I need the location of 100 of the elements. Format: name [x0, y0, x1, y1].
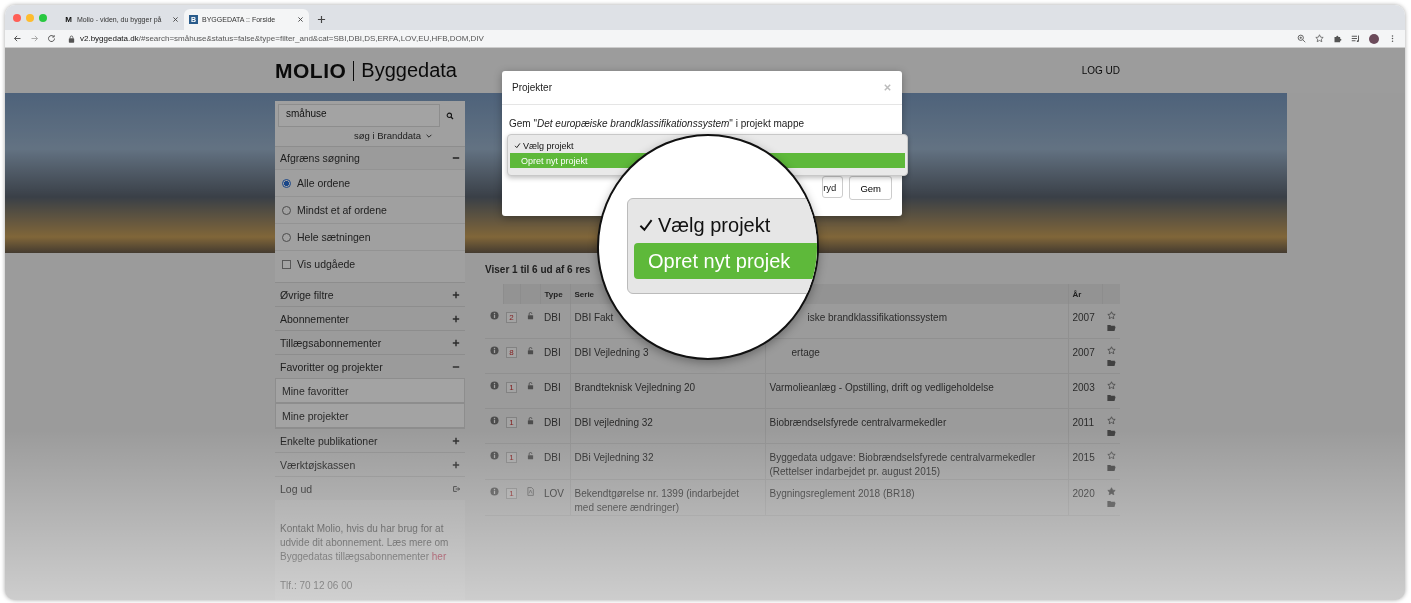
- table-cell: 2011: [1068, 408, 1102, 444]
- filled-star-icon[interactable]: [1106, 487, 1116, 496]
- info-icon[interactable]: [489, 487, 499, 496]
- star-icon[interactable]: [1106, 346, 1116, 355]
- scope-dropdown[interactable]: søg i Branddata: [275, 127, 465, 146]
- column-header[interactable]: Serie: [574, 289, 595, 299]
- radio-button[interactable]: [282, 178, 291, 188]
- star-icon[interactable]: [1106, 416, 1116, 425]
- forward-arrow-icon[interactable]: [30, 34, 39, 43]
- checkbox-option[interactable]: Vis udgåede: [275, 250, 465, 277]
- results-summary: Viser 1 til 6 ud af 6 res: [485, 264, 591, 275]
- radio-button[interactable]: [282, 232, 291, 242]
- close-window-icon[interactable]: [13, 13, 21, 22]
- bookmark-star-icon[interactable]: [1315, 34, 1324, 43]
- phone-number: Tlf.: 70 12 06 00: [279, 579, 354, 591]
- radio-option[interactable]: Mindst et af ordene: [275, 196, 465, 223]
- favicon-icon: M: [64, 15, 73, 24]
- plus-icon: [452, 436, 460, 445]
- section-title: Favoritter og projekter: [280, 360, 383, 373]
- reading-list-icon[interactable]: [1351, 34, 1360, 43]
- folder-icon[interactable]: [1106, 358, 1116, 367]
- dialog-button[interactable]: ryd: [822, 176, 844, 198]
- table-cell: Biobrændselsfyrede centralvarmekedler: [765, 408, 1068, 444]
- count-badge: 2: [506, 312, 517, 323]
- close-icon[interactable]: [172, 16, 179, 23]
- dropdown-option[interactable]: Vælg projekt: [510, 138, 578, 153]
- section-header[interactable]: Favoritter og projekter: [275, 354, 465, 378]
- table-cell: DBI: [540, 338, 570, 374]
- plus-icon: [452, 290, 460, 299]
- info-icon[interactable]: [489, 346, 499, 355]
- column-header[interactable]: År: [1072, 289, 1082, 299]
- info-icon[interactable]: [489, 381, 499, 390]
- info-text: Kontakt Molio, hvis du har brug for at udvide dit abonnement. Læs mere om Byggedatas tillægsabonnementer her: [279, 522, 450, 564]
- radio-button[interactable]: [282, 205, 291, 215]
- dialog-title: Projekter: [512, 82, 552, 93]
- table-cell: DBI: [540, 304, 570, 339]
- puzzle-icon[interactable]: [1333, 34, 1342, 43]
- table-cell: 2003: [1068, 373, 1102, 409]
- folder-icon[interactable]: [1106, 323, 1116, 332]
- count-badge: 1: [506, 452, 517, 463]
- zoom-icon[interactable]: [1297, 34, 1306, 43]
- logout-icon: [452, 484, 460, 493]
- option-label: Hele sætningen: [297, 231, 371, 243]
- lock-icon: [68, 34, 75, 43]
- pdf-file-icon: [525, 487, 535, 496]
- count-badge: 1: [506, 382, 517, 393]
- section-title: Abonnementer: [280, 312, 349, 325]
- section-title: Enkelte publikationer: [280, 434, 378, 447]
- section-header[interactable]: Enkelte publikationer: [275, 428, 465, 452]
- search-field[interactable]: småhuse: [278, 104, 440, 127]
- table-cell: DBI: [540, 408, 570, 444]
- table-cell: DBI: [540, 443, 570, 480]
- dialog-button[interactable]: Gem: [849, 176, 892, 200]
- folder-icon[interactable]: [1106, 499, 1116, 508]
- sidebar-link[interactable]: Mine projekter: [275, 403, 465, 428]
- count-badge: 8: [506, 347, 517, 358]
- padlock-icon: [525, 381, 535, 390]
- table-cell: DBi Vejledning 32: [570, 443, 765, 480]
- option-label: Alle ordene: [297, 177, 351, 189]
- info-icon[interactable]: [489, 416, 499, 425]
- logo-product[interactable]: Byggedata: [361, 59, 457, 82]
- star-icon[interactable]: [1106, 381, 1116, 390]
- url-text: v2.byggedata.dk/#search=småhuse&status=false&type=filter_and&cat=SBI,DBI,DS,ERFA,LOV,EU,HFB,DOM,DIV: [80, 34, 484, 43]
- star-icon[interactable]: [1106, 311, 1116, 320]
- close-icon[interactable]: [297, 16, 304, 23]
- checkbox[interactable]: [282, 259, 291, 269]
- section-title: Værktøjskassen: [280, 458, 356, 471]
- option-label: Vis udgåede: [297, 258, 356, 270]
- table-cell: DBI: [540, 373, 570, 409]
- padlock-icon: [525, 311, 535, 320]
- reload-icon[interactable]: [47, 34, 56, 43]
- dialog-message: Gem "Det europæiske brandklassifikationssystem" i projekt mappe: [509, 118, 804, 129]
- folder-icon[interactable]: [1106, 428, 1116, 437]
- sidebar-link[interactable]: Mine favoritter: [275, 378, 465, 403]
- plus-icon[interactable]: [317, 15, 326, 24]
- info-icon[interactable]: [489, 451, 499, 460]
- section-header[interactable]: Øvrige filtre: [275, 282, 465, 306]
- section-header[interactable]: Log ud: [275, 476, 465, 500]
- option-label: Mindst et af ordene: [297, 204, 387, 216]
- table-cell: LOV: [540, 479, 570, 516]
- table-cell: Brandteknisk Vejledning 20: [570, 373, 765, 409]
- padlock-icon: [525, 451, 535, 460]
- section-header[interactable]: Tillægsabonnementer: [275, 330, 465, 354]
- section-header[interactable]: Afgræns søgning: [275, 146, 465, 169]
- info-icon[interactable]: [489, 311, 499, 320]
- star-icon[interactable]: [1106, 451, 1116, 460]
- table-cell: Varmolieanlæg - Opstilling, drift og vedligeholdelse: [765, 373, 1068, 409]
- table-cell: 2015: [1068, 443, 1102, 480]
- avatar[interactable]: [1369, 33, 1379, 44]
- search-icon[interactable]: [446, 111, 454, 120]
- plus-icon: [452, 460, 460, 469]
- folder-icon[interactable]: [1106, 463, 1116, 472]
- logo-brand[interactable]: MOLIO: [275, 58, 347, 83]
- radio-option[interactable]: Hele sætningen: [275, 223, 465, 250]
- radio-option[interactable]: Alle ordene: [275, 169, 465, 196]
- section-header[interactable]: Værktøjskassen: [275, 452, 465, 476]
- back-arrow-icon[interactable]: [13, 34, 22, 43]
- folder-icon[interactable]: [1106, 393, 1116, 402]
- logout-link[interactable]: LOG UD: [1081, 65, 1120, 76]
- section-header[interactable]: Abonnementer: [275, 306, 465, 330]
